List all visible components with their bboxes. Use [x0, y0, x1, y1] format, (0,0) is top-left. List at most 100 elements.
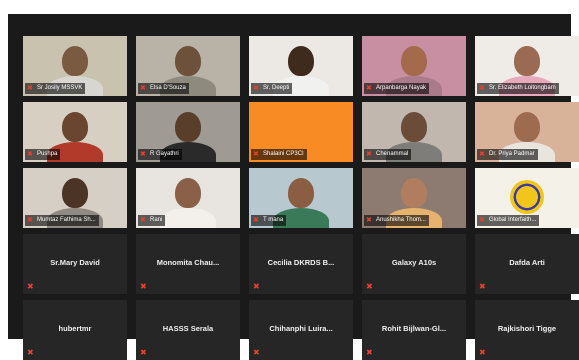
mic-muted-icon: ✖	[27, 282, 34, 291]
participant-tile[interactable]: HASSS Serala ✖	[136, 300, 240, 360]
participant-nameplate: ✖ Mumtaz Fathima Sh...	[25, 215, 99, 226]
participant-face	[514, 46, 540, 76]
participant-name: Sr. Deepti	[263, 85, 290, 91]
participant-tile[interactable]: ✖ Sr. Deepti	[249, 36, 353, 96]
participant-nameplate: ✖ Sr Josily MSSVK	[25, 83, 86, 94]
participant-name: Arpanbarga Nayak	[376, 85, 427, 91]
participant-face	[514, 112, 540, 142]
participant-name: Mumtaz Fathima Sh...	[37, 217, 96, 223]
org-logo	[510, 180, 544, 214]
mic-muted-icon: ✖	[479, 282, 486, 291]
mic-muted-icon: ✖	[140, 85, 146, 92]
participant-name: hubertmr	[58, 324, 92, 333]
participant-tile[interactable]: Chihanphi Luira... ✖	[249, 300, 353, 360]
participant-name: Shalaini CP3CI	[263, 151, 304, 157]
participant-tile[interactable]: ✖ Global Interfaith...	[475, 168, 579, 228]
participant-tile[interactable]: ✖ Sr. Elizabeth Loitongbam	[475, 36, 579, 96]
participant-name: Dr. Priya Padmar	[489, 151, 535, 157]
participant-nameplate: ✖ R Gayathri	[138, 149, 182, 160]
participant-name: HASSS Serala	[162, 324, 214, 333]
mic-muted-icon: ✖	[27, 217, 33, 224]
mic-muted-icon: ✖	[27, 348, 34, 357]
participant-nameplate: ✖ Rani	[138, 215, 166, 226]
participant-tile[interactable]: Sr.Mary David ✖	[23, 234, 127, 294]
participant-name: R Gayathri	[150, 151, 179, 157]
participant-tile[interactable]: ✖ Sr Josily MSSVK	[23, 36, 127, 96]
mic-muted-icon: ✖	[479, 151, 485, 158]
participant-tile[interactable]: Monomita Chau... ✖	[136, 234, 240, 294]
participant-face	[401, 46, 427, 76]
participant-face	[175, 46, 201, 76]
participant-tile[interactable]: ✖ Chenammal	[362, 102, 466, 162]
mic-muted-icon: ✖	[366, 348, 373, 357]
participant-name: T mana	[263, 217, 284, 223]
participant-nameplate: ✖ T mana	[251, 215, 287, 226]
participant-face	[288, 178, 314, 208]
mic-muted-icon: ✖	[253, 85, 259, 92]
participant-name: Galaxy A10s	[391, 258, 437, 267]
participant-name: Dafda Arti	[509, 258, 545, 267]
participant-name: Rajkishori Tigge	[497, 324, 557, 333]
participant-nameplate: ✖ Pushpa	[25, 149, 61, 160]
participant-nameplate: ✖ Sr. Elizabeth Loitongbam	[477, 83, 559, 94]
mic-muted-icon: ✖	[253, 217, 259, 224]
participant-nameplate: ✖ Global Interfaith...	[477, 215, 540, 226]
mic-muted-icon: ✖	[366, 217, 372, 224]
participant-tile[interactable]: ✖ Anushikha Thom...	[362, 168, 466, 228]
participant-nameplate: ✖ Chenammal	[364, 149, 412, 160]
mic-muted-icon: ✖	[366, 85, 372, 92]
participant-face	[288, 46, 314, 76]
participant-face	[62, 178, 88, 208]
participant-name: Sr. Elizabeth Loitongbam	[489, 85, 556, 91]
participant-name: Sr.Mary David	[50, 258, 100, 267]
participant-face	[401, 112, 427, 142]
participant-name: Rohit Bijlwan-Gl...	[381, 324, 447, 333]
participant-tile[interactable]: Dafda Arti ✖	[475, 234, 579, 294]
participant-tile[interactable]: ✖ Elsa D'Souza	[136, 36, 240, 96]
participant-name: Elsa D'Souza	[150, 85, 186, 91]
participant-tile[interactable]: Galaxy A10s ✖	[362, 234, 466, 294]
participant-tile[interactable]: ✖ Arpanbarga Nayak	[362, 36, 466, 96]
participant-face	[175, 112, 201, 142]
participant-nameplate: ✖ Elsa D'Souza	[138, 83, 189, 94]
participant-name: Cecilia DKRDS B...	[267, 258, 335, 267]
participant-name: Anushikha Thom...	[376, 217, 426, 223]
participant-face	[62, 112, 88, 142]
mic-muted-icon: ✖	[479, 85, 485, 92]
participant-name: Pushpa	[37, 151, 58, 157]
participant-tile[interactable]: hubertmr ✖	[23, 300, 127, 360]
mic-muted-icon: ✖	[27, 151, 33, 158]
mic-muted-icon: ✖	[140, 348, 147, 357]
participant-name: Chihanphi Luira...	[269, 324, 333, 333]
participant-tile[interactable]: Cecilia DKRDS B... ✖	[249, 234, 353, 294]
participant-name: Sr Josily MSSVK	[37, 85, 83, 91]
mic-muted-icon: ✖	[140, 282, 147, 291]
participant-nameplate: ✖ Anushikha Thom...	[364, 215, 429, 226]
participant-tile[interactable]: ✖ Shalaini CP3CI	[249, 102, 353, 162]
mic-muted-icon: ✖	[140, 217, 146, 224]
mic-muted-icon: ✖	[366, 151, 372, 158]
participant-tile[interactable]: ✖ Mumtaz Fathima Sh...	[23, 168, 127, 228]
participant-tile[interactable]: ✖ Pushpa	[23, 102, 127, 162]
mic-muted-icon: ✖	[27, 85, 33, 92]
participant-tile[interactable]: ✖ Rani	[136, 168, 240, 228]
participant-name: Chenammal	[376, 151, 409, 157]
mic-muted-icon: ✖	[479, 348, 486, 357]
participant-tile[interactable]: ✖ R Gayathri	[136, 102, 240, 162]
mic-muted-icon: ✖	[140, 151, 146, 158]
participant-tile[interactable]: Rajkishori Tigge ✖	[475, 300, 579, 360]
participant-body	[160, 208, 216, 228]
participant-nameplate: ✖ Sr. Deepti	[251, 83, 293, 94]
mic-muted-icon: ✖	[479, 217, 485, 224]
participant-nameplate: ✖ Shalaini CP3CI	[251, 149, 307, 160]
participant-tile[interactable]: Rohit Bijlwan-Gl... ✖	[362, 300, 466, 360]
participant-tile[interactable]: ✖ T mana	[249, 168, 353, 228]
mic-muted-icon: ✖	[253, 282, 260, 291]
participant-face	[401, 178, 427, 208]
participant-nameplate: ✖ Dr. Priya Padmar	[477, 149, 538, 160]
meeting-gallery-view: ✖ Sr Josily MSSVK ✖ Elsa D'Souza ✖ Sr. Deepti…	[8, 14, 579, 360]
participant-nameplate: ✖ Arpanbarga Nayak	[364, 83, 430, 94]
participant-name: Global Interfaith...	[489, 217, 537, 223]
participant-tile[interactable]: ✖ Dr. Priya Padmar	[475, 102, 579, 162]
participant-face	[62, 46, 88, 76]
